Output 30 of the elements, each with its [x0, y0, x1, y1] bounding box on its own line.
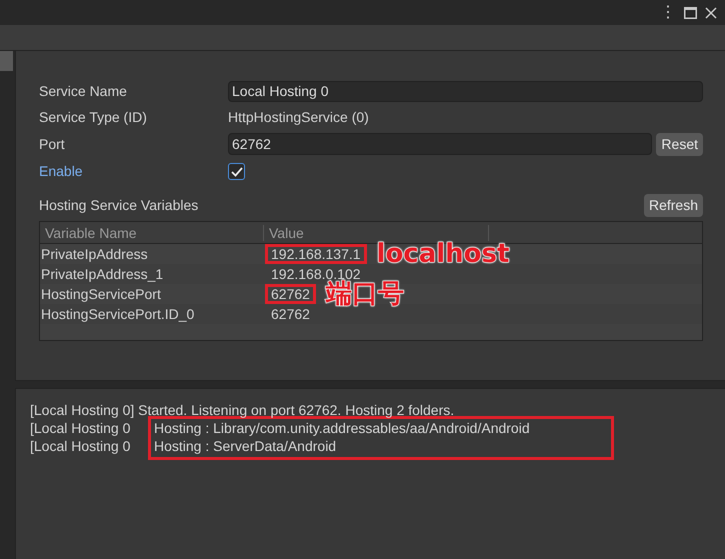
table-cell-text: 62762 [270, 305, 311, 323]
log-message: Hosting : ServerData/Android [153, 437, 336, 455]
annotation-label: localhost [376, 244, 510, 264]
service-type-value: HttpHostingService (0) [228, 108, 370, 127]
table-cell-text: PrivateIpAddress [40, 245, 149, 263]
log-line: [Local Hosting 0 [30, 437, 132, 455]
log-line: [Local Hosting 0 [30, 419, 132, 437]
table-cell-text: HostingServicePort [40, 285, 162, 303]
field-label: Service Type (ID) [39, 108, 148, 127]
table-cell: 192.168.137.1 [265, 244, 367, 264]
section-title: Hosting Service Variables [39, 196, 198, 215]
field-label: Service Name [39, 82, 128, 101]
field-label: Enable [39, 162, 84, 181]
refresh-button[interactable]: Refresh [644, 194, 703, 217]
field-label: Port [39, 135, 66, 154]
table-cell-text: HostingServicePort.ID_0 [40, 305, 196, 323]
log-line: [Local Hosting 0] Started. Listening on port 62762. Hosting 2 folders. [30, 401, 454, 419]
log-message: Hosting : Library/com.unity.addressables/aa/Android/Android [153, 419, 530, 437]
more-menu-icon[interactable]: ⋮ [660, 4, 676, 20]
reset-button[interactable]: Reset [656, 133, 703, 156]
close-icon[interactable] [705, 6, 717, 18]
column-header[interactable]: Value [264, 224, 489, 240]
column-header[interactable]: Variable Name [40, 224, 264, 240]
table-cell-text: PrivateIpAddress_1 [40, 265, 164, 283]
scrollbar-thumb[interactable] [0, 51, 13, 71]
service-name-field[interactable]: Local Hosting 0 [228, 81, 703, 102]
port-field[interactable]: 62762 [228, 133, 652, 155]
table-cell: 62762 [265, 284, 316, 304]
maximize-icon[interactable] [684, 6, 697, 18]
enable-checkbox[interactable] [228, 163, 245, 180]
